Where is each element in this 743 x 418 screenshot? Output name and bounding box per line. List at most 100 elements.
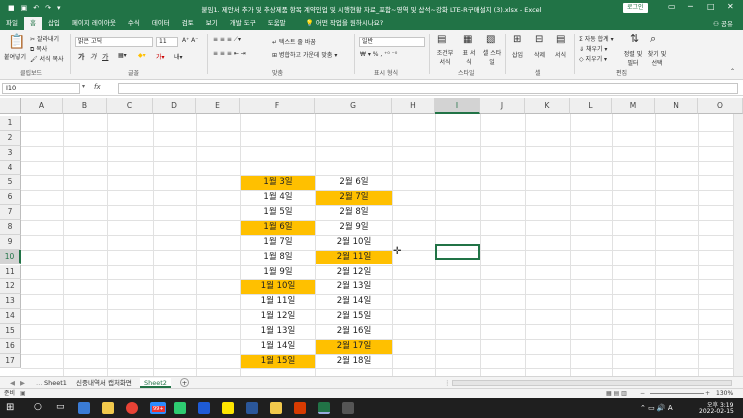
font-size-box[interactable]: 11 [156, 37, 178, 47]
cell-g8[interactable]: 2월 9일 [316, 221, 392, 235]
table-format-button[interactable]: 표 서식 [460, 48, 478, 66]
sheet-tab-estimate[interactable]: 신중내역서 캡처화면 [72, 378, 136, 388]
cell-f6[interactable]: 1월 4일 [241, 191, 315, 205]
sheet-tab-sheet2[interactable]: Sheet2 [140, 378, 171, 388]
phonetic-icon[interactable]: 내▾ [174, 52, 183, 61]
row-header-6[interactable]: 6 [0, 190, 21, 206]
formula-input[interactable] [118, 83, 738, 94]
fill-color-icon[interactable]: ◆▾ [138, 52, 146, 59]
column-header-j[interactable]: J [480, 98, 525, 114]
zoom-out-icon[interactable]: − [640, 389, 645, 398]
powerpoint-icon[interactable] [294, 402, 306, 414]
italic-icon[interactable]: 가 [90, 52, 96, 62]
cell-f9[interactable]: 1월 7일 [241, 236, 315, 250]
tab-home[interactable]: 홈 [23, 17, 42, 30]
cell-g6[interactable]: 2월 7일 [316, 191, 392, 206]
worksheet-grid[interactable]: ABCDEFGHIJKLMNO 1 2 3 4 5 6 7 8 9 10 11 12 13 14 15 16 1… [0, 96, 743, 376]
paste-button[interactable]: 붙여넣기 [4, 52, 26, 61]
autosum-button[interactable]: Σ 자동 합계 ▾ [579, 34, 614, 43]
tab-view[interactable]: 보기 [200, 17, 224, 30]
zoom-slider[interactable] [650, 393, 704, 394]
cut-button[interactable]: ✂ 잘라내기 [30, 34, 59, 43]
conditional-format-button[interactable]: 조건부 서식 [434, 48, 456, 66]
tab-developer[interactable]: 개발 도구 [224, 17, 262, 30]
vertical-scrollbar[interactable] [733, 114, 743, 376]
tray-icons[interactable]: ⌃ ▭ 🔊 A [640, 404, 673, 412]
row-header-16[interactable]: 16 [0, 338, 21, 354]
zoom-level[interactable]: 130% [716, 389, 733, 398]
cell-f15[interactable]: 1월 13일 [241, 325, 315, 339]
ribbon-display-icon[interactable]: ▭ [668, 2, 676, 11]
row-header-13[interactable]: 13 [0, 294, 21, 310]
cell-style-icon[interactable]: ▧ [486, 34, 495, 45]
cell-g9[interactable]: 2월 10일 [316, 236, 392, 250]
cell-f5[interactable]: 1월 3일 [241, 176, 315, 191]
bold-icon[interactable]: 가 [78, 52, 84, 62]
row-header-1[interactable]: 1 [0, 116, 21, 131]
column-header-g[interactable]: G [315, 98, 392, 114]
tab-help[interactable]: 도움말 [262, 17, 292, 30]
name-box[interactable]: I10 [2, 83, 80, 94]
column-header-h[interactable]: H [392, 98, 435, 114]
align-top-icons[interactable]: ≡ ≡ ≡ ⟋▾ [213, 36, 241, 44]
cell-f14[interactable]: 1월 12일 [241, 310, 315, 324]
insert-cells-icon[interactable]: ⊞ [513, 34, 521, 45]
row-header-10[interactable]: 10 [0, 249, 21, 265]
view-mode-icons[interactable]: ▦ ▤ ▥ [606, 389, 627, 398]
table-format-icon[interactable]: ▦ [463, 34, 472, 45]
copy-button[interactable]: ⧉ 복사 [30, 44, 47, 54]
font-grow-icon[interactable]: A⁺ A⁻ [182, 37, 198, 44]
sort-filter-button[interactable]: 정렬 및 필터 [622, 49, 644, 67]
cell-g15[interactable]: 2월 16일 [316, 325, 392, 339]
sort-filter-icon[interactable]: ⇅ [630, 32, 639, 45]
cell-f7[interactable]: 1월 5일 [241, 206, 315, 220]
column-header-c[interactable]: C [107, 98, 153, 114]
app-gray-icon[interactable] [342, 402, 354, 414]
find-select-icon[interactable]: ⌕ [650, 32, 656, 46]
horizontal-scrollbar[interactable] [452, 380, 732, 386]
cell-f13[interactable]: 1월 11일 [241, 295, 315, 309]
row-header-15[interactable]: 15 [0, 323, 21, 339]
column-header-n[interactable]: N [655, 98, 698, 114]
column-header-k[interactable]: K [525, 98, 570, 114]
row-header-14[interactable]: 14 [0, 309, 21, 324]
fill-button[interactable]: ⇓ 채우기 ▾ [579, 44, 607, 53]
chrome-icon[interactable] [126, 402, 138, 414]
column-header-a[interactable]: A [21, 98, 63, 114]
number-buttons[interactable]: ₩ ▾ % , ⁺⁰ ⁻⁰ [360, 51, 397, 58]
column-header-e[interactable]: E [196, 98, 240, 114]
collapse-ribbon-icon[interactable]: ⌃ [730, 68, 735, 75]
cell-style-button[interactable]: 셀 스타일 [482, 48, 502, 66]
tab-insert[interactable]: 삽입 [42, 17, 66, 30]
tab-data[interactable]: 데이터 [146, 17, 176, 30]
format-cells-icon[interactable]: ▤ [556, 34, 565, 45]
tab-formulas[interactable]: 수식 [122, 17, 146, 30]
cell-f17[interactable]: 1월 15일 [241, 354, 315, 369]
clear-button[interactable]: ◇ 지우기 ▾ [579, 54, 607, 63]
row-header-2[interactable]: 2 [0, 130, 21, 146]
app-yellow-icon[interactable] [270, 402, 282, 414]
cell-f8[interactable]: 1월 6일 [241, 220, 315, 235]
number-format-box[interactable]: 일반 [359, 37, 425, 47]
font-color-icon[interactable]: 가▾ [156, 52, 165, 61]
row-header-4[interactable]: 4 [0, 160, 21, 176]
column-header-o[interactable]: O [698, 98, 743, 114]
name-box-dropdown-icon[interactable]: ▾ [82, 83, 85, 90]
insert-cells-button[interactable]: 삽입 [512, 50, 523, 59]
maximize-button[interactable]: □ [707, 2, 715, 11]
column-header-i[interactable]: I [435, 98, 480, 114]
delete-cells-icon[interactable]: ⊟ [535, 34, 543, 45]
row-header-3[interactable]: 3 [0, 145, 21, 161]
wrap-text-button[interactable]: ↵ 텍스트 줄 바꿈 [272, 37, 316, 46]
windows-start-icon[interactable]: ⊞ [6, 402, 14, 413]
add-sheet-button[interactable]: + [180, 378, 189, 387]
cell-g11[interactable]: 2월 12일 [316, 266, 392, 280]
cell-f10[interactable]: 1월 8일 [241, 251, 315, 265]
search-icon[interactable]: ○ [34, 402, 42, 412]
cell-g13[interactable]: 2월 14일 [316, 295, 392, 309]
cell-g7[interactable]: 2월 8일 [316, 206, 392, 220]
select-all-corner[interactable] [0, 98, 21, 114]
fx-icon[interactable]: fx [94, 83, 101, 91]
column-header-m[interactable]: M [612, 98, 655, 114]
tab-page-layout[interactable]: 페이지 레이아웃 [66, 17, 122, 30]
